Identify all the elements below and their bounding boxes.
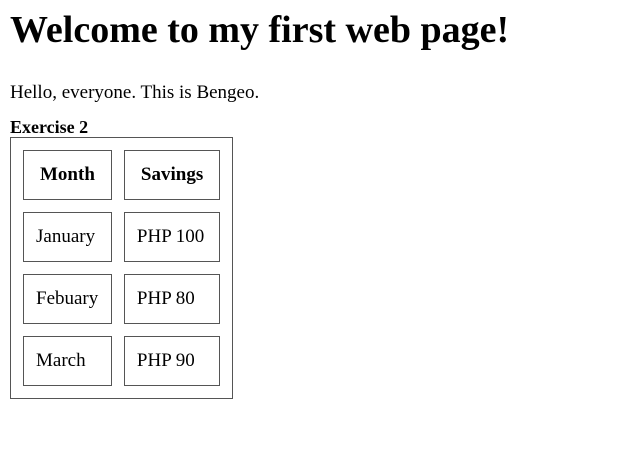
column-header-savings: Savings	[123, 150, 221, 200]
savings-cell: PHP 90	[123, 336, 221, 386]
page-body: Welcome to my first web page! Hello, eve…	[0, 0, 617, 399]
month-cell: March	[23, 336, 112, 386]
savings-table: Month Savings January PHP 100 Febuary PH…	[10, 137, 234, 399]
savings-cell: PHP 100	[123, 212, 221, 262]
month-cell: Febuary	[23, 274, 112, 324]
month-cell: January	[23, 212, 112, 262]
page-title: Welcome to my first web page!	[10, 9, 510, 51]
column-header-month: Month	[23, 150, 112, 200]
table-row: Febuary PHP 80	[23, 274, 221, 324]
savings-cell: PHP 80	[123, 274, 221, 324]
table-header-row: Month Savings	[23, 150, 221, 200]
table-row: January PHP 100	[23, 212, 221, 262]
intro-paragraph: Hello, everyone. This is Bengeo.	[10, 82, 260, 103]
table-row: March PHP 90	[23, 336, 221, 386]
table-caption: Exercise 2	[10, 117, 89, 137]
